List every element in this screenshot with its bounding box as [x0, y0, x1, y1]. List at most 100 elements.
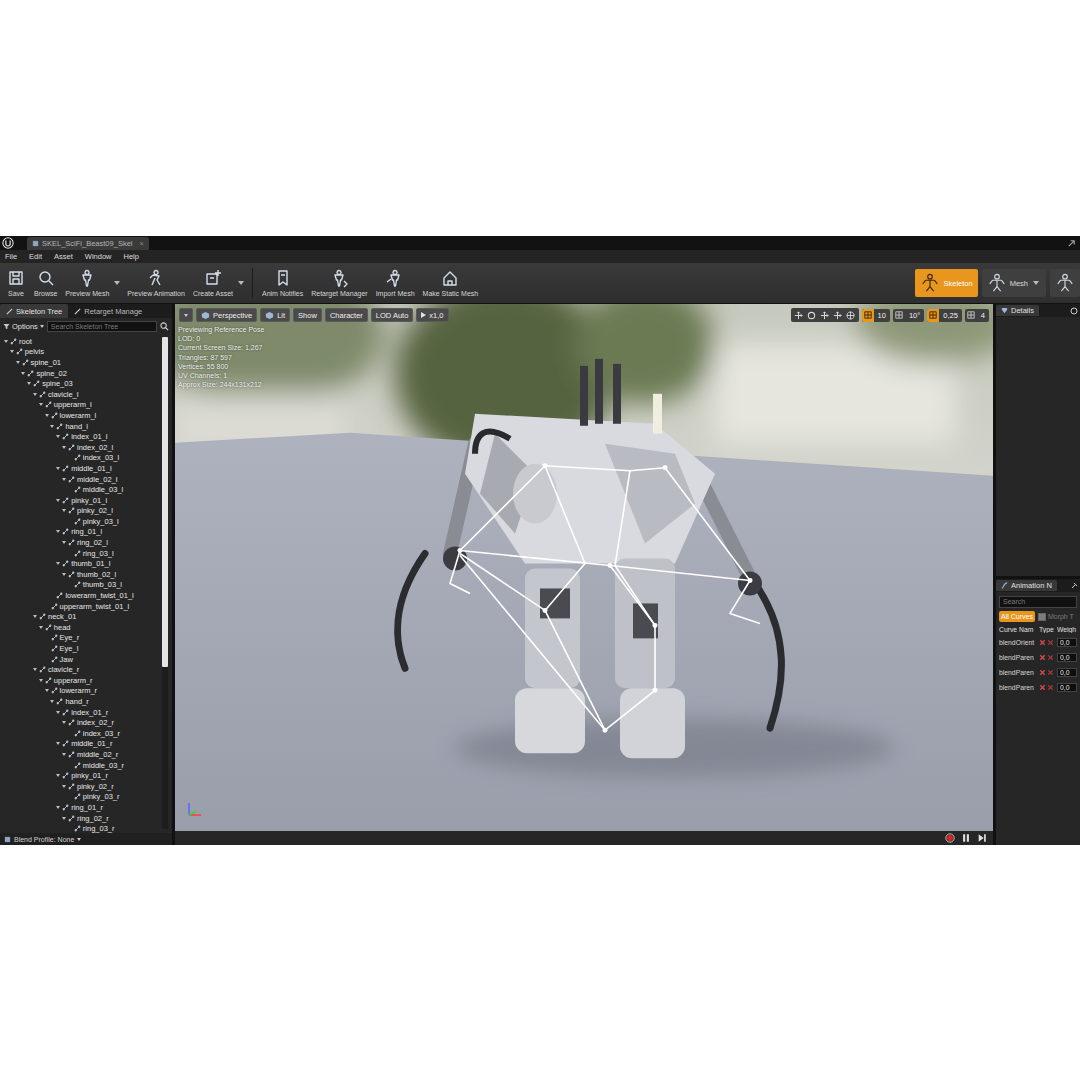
bone-row[interactable]: index_03_r	[0, 728, 162, 739]
bone-row[interactable]: index_01_r	[0, 707, 162, 718]
bone-row[interactable]: spine_01	[0, 357, 162, 368]
scene-view[interactable]: PerspectiveLitShowCharacterLOD Autox1,01…	[175, 304, 993, 831]
panel-tab[interactable]: Retarget Manage	[68, 304, 148, 318]
remove-curve-icon[interactable]	[1039, 654, 1046, 661]
unreal-logo-icon[interactable]	[2, 237, 14, 249]
snap-setting[interactable]: 4	[965, 309, 989, 322]
document-tab[interactable]: SKEL_SciFi_Beast09_Skel×	[27, 237, 149, 250]
bone-row[interactable]: neck_01	[0, 611, 162, 622]
expand-arrow-icon[interactable]	[62, 572, 67, 577]
toolbar-button[interactable]: Preview Animation	[124, 266, 188, 300]
expander-space[interactable]	[68, 731, 73, 736]
snap-setting[interactable]: 10	[862, 309, 890, 322]
expand-arrow-icon[interactable]	[56, 741, 61, 746]
bone-row[interactable]: Eye_l	[0, 643, 162, 654]
dropdown-arrow-icon[interactable]	[1033, 281, 1039, 285]
viewport-toolbar-button[interactable]: x1,0	[416, 308, 448, 322]
expand-arrow-icon[interactable]	[62, 508, 67, 513]
expand-arrow-icon[interactable]	[56, 773, 61, 778]
expand-arrow-icon[interactable]	[56, 434, 61, 439]
viewport-toolbar-button[interactable]: Perspective	[196, 308, 257, 322]
viewport-toolbar-button[interactable]: Show	[293, 308, 322, 322]
mode-button[interactable]: Mesh	[982, 269, 1046, 297]
pause-icon[interactable]	[961, 833, 971, 843]
bone-row[interactable]: middle_03_l	[0, 484, 162, 495]
remove-curve-icon[interactable]	[1039, 684, 1046, 691]
bone-row[interactable]: thumb_02_l	[0, 569, 162, 580]
bone-row[interactable]: middle_03_r	[0, 760, 162, 771]
bone-row[interactable]: ring_02_l	[0, 537, 162, 548]
curve-row[interactable]: blendParen0,0	[996, 681, 1080, 694]
mode-button[interactable]: Skeleton	[915, 269, 977, 297]
bone-row[interactable]: ring_03_l	[0, 548, 162, 559]
menu-item[interactable]: File	[5, 252, 17, 261]
viewport-menu-button[interactable]	[179, 308, 193, 322]
bone-row[interactable]: spine_03	[0, 378, 162, 389]
bone-row[interactable]: pinky_01_r	[0, 770, 162, 781]
expander-space[interactable]	[68, 455, 73, 460]
expand-arrow-icon[interactable]	[56, 561, 61, 566]
bone-row[interactable]: pinky_02_l	[0, 506, 162, 517]
expand-arrow-icon[interactable]	[56, 466, 61, 471]
bone-row[interactable]: pinky_03_l	[0, 516, 162, 527]
transform-tool-button[interactable]	[806, 309, 818, 321]
curve-search-field[interactable]: Search	[999, 596, 1077, 608]
remove-curve-icon[interactable]	[1039, 669, 1046, 676]
bone-row[interactable]: root	[0, 336, 162, 347]
bone-row[interactable]: pelvis	[0, 347, 162, 358]
expander-space[interactable]	[45, 604, 50, 609]
expand-arrow-icon[interactable]	[56, 710, 61, 715]
expand-arrow-icon[interactable]	[62, 752, 67, 757]
toolbar-button[interactable]: Retarget Manager	[308, 266, 370, 300]
bone-row[interactable]: pinky_01_l	[0, 495, 162, 506]
expander-space[interactable]	[50, 593, 55, 598]
remove-curve-icon[interactable]	[1039, 639, 1046, 646]
bone-row[interactable]: pinky_03_r	[0, 792, 162, 803]
toolbar-button[interactable]: Import Mesh	[373, 266, 418, 300]
tab-close-button[interactable]: ×	[139, 238, 143, 249]
bone-row[interactable]: upperarm_l	[0, 400, 162, 411]
curves-tab[interactable]: Animation N	[996, 580, 1057, 591]
menu-item[interactable]: Edit	[29, 252, 42, 261]
curve-weight-field[interactable]: 0,0	[1057, 653, 1077, 662]
search-field[interactable]: Search Skeleton Tree	[47, 321, 157, 332]
transform-tool-button[interactable]	[845, 309, 857, 321]
menu-item[interactable]: Window	[85, 252, 112, 261]
snap-toggle-icon[interactable]	[965, 309, 977, 322]
transform-tool-button[interactable]	[832, 309, 844, 321]
step-forward-icon[interactable]	[977, 833, 987, 843]
bone-row[interactable]: thumb_01_l	[0, 558, 162, 569]
lock-icon[interactable]	[1070, 307, 1078, 315]
expand-arrow-icon[interactable]	[45, 413, 50, 418]
bone-row[interactable]: index_01_l	[0, 431, 162, 442]
bone-row[interactable]: clavicle_r	[0, 664, 162, 675]
expand-arrow-icon[interactable]	[27, 381, 32, 386]
viewport-toolbar-button[interactable]: Character	[325, 308, 368, 322]
panel-tab[interactable]: Skeleton Tree	[0, 304, 68, 318]
curve-weight-field[interactable]: 0,0	[1057, 668, 1077, 677]
dropdown-arrow-icon[interactable]	[238, 281, 244, 285]
expand-arrow-icon[interactable]	[62, 540, 67, 545]
pin-icon[interactable]	[1070, 582, 1078, 590]
snap-toggle-icon[interactable]	[862, 309, 874, 322]
help-icon[interactable]	[1067, 239, 1076, 248]
expand-arrow-icon[interactable]	[10, 349, 15, 354]
expand-arrow-icon[interactable]	[39, 678, 44, 683]
expand-arrow-icon[interactable]	[62, 445, 67, 450]
curve-row[interactable]: blendParen0,0	[996, 666, 1080, 679]
expand-arrow-icon[interactable]	[16, 360, 21, 365]
transform-tool-button[interactable]	[819, 309, 831, 321]
curve-weight-field[interactable]: 0,0	[1057, 683, 1077, 692]
details-tab[interactable]: Details	[996, 305, 1039, 316]
options-button[interactable]: Options	[3, 322, 44, 331]
expand-arrow-icon[interactable]	[62, 784, 67, 789]
bone-row[interactable]: lowerarm_l	[0, 410, 162, 421]
expand-arrow-icon[interactable]	[33, 392, 38, 397]
search-icon[interactable]	[160, 322, 169, 331]
morph-checkbox[interactable]	[1038, 613, 1046, 621]
mode-button[interactable]	[1050, 269, 1080, 297]
curve-row[interactable]: blendParen0,0	[996, 651, 1080, 664]
bone-row[interactable]: hand_l	[0, 421, 162, 432]
expand-arrow-icon[interactable]	[45, 688, 50, 693]
snap-toggle-icon[interactable]	[927, 309, 939, 322]
